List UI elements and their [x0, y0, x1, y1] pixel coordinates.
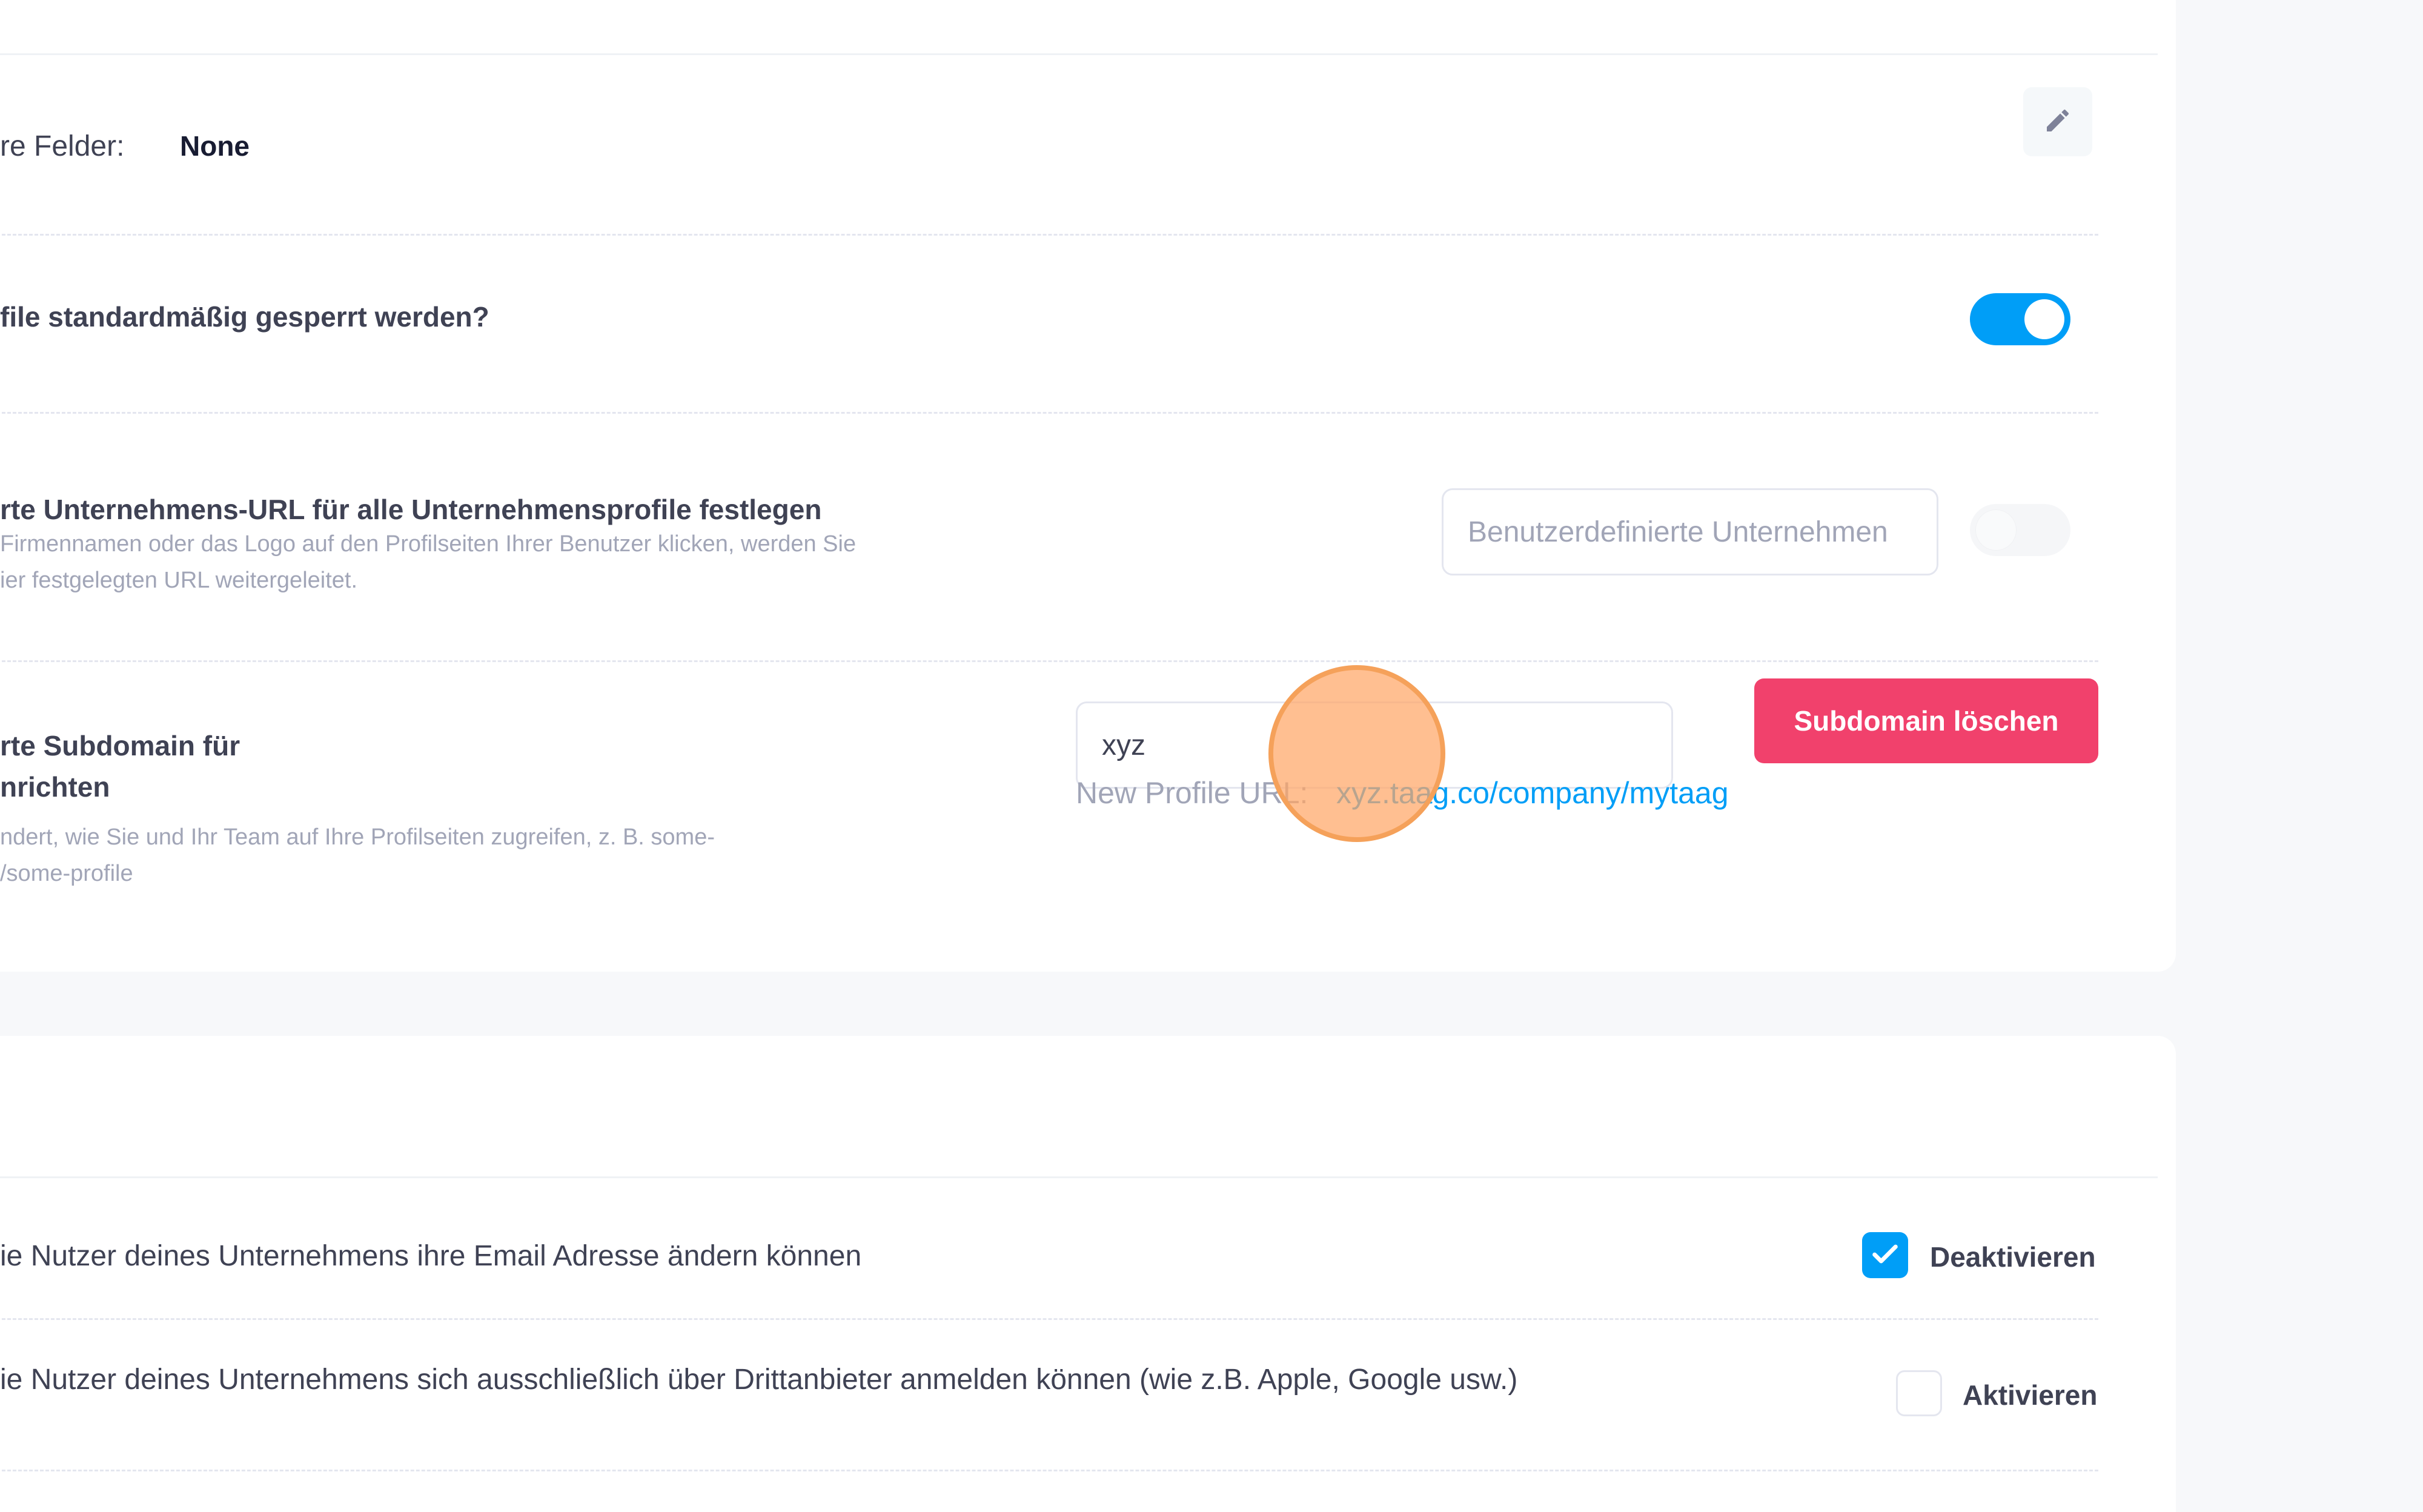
permissions-card: ie Nutzer deines Unternehmens ihre Email…: [0, 1036, 2176, 1512]
third-party-login-label: ie Nutzer deines Unternehmens sich aussc…: [0, 1364, 1518, 1396]
checkmark-icon: [1869, 1238, 1901, 1273]
custom-fields-value: None: [180, 130, 250, 162]
subdomain-label-line1: rte Subdomain für: [0, 730, 240, 761]
company-url-input[interactable]: [1442, 488, 1938, 575]
company-url-label: rte Unternehmens-URL für alle Unternehme…: [0, 494, 822, 525]
page-background-gutter: [2176, 0, 2423, 1512]
row-divider: [0, 660, 2098, 662]
pencil-icon: [2043, 106, 2072, 138]
email-change-checkbox-label: Deaktivieren: [1930, 1241, 2096, 1273]
lock-profiles-label: file standardmäßig gesperrt werden?: [0, 301, 489, 333]
company-url-description-line2: ier festgelegten URL weitergeleitet.: [0, 568, 358, 593]
row-divider: [0, 1318, 2098, 1320]
email-change-label: ie Nutzer deines Unternehmens ihre Email…: [0, 1240, 862, 1272]
third-party-login-checkbox-label: Aktivieren: [1963, 1379, 2098, 1411]
row-divider: [0, 234, 2098, 236]
lock-profiles-toggle[interactable]: [1970, 293, 2070, 345]
row-divider: [0, 412, 2098, 414]
third-party-login-checkbox[interactable]: [1896, 1370, 1942, 1416]
subdomain-description-line1: ndert, wie Sie und Ihr Team auf Ihre Pro…: [0, 824, 715, 850]
custom-fields-label: re Felder:: [0, 130, 125, 162]
company-url-description-line1: Firmennamen oder das Logo auf den Profil…: [0, 531, 857, 557]
delete-subdomain-button[interactable]: Subdomain löschen: [1754, 678, 2098, 763]
card-header-divider: [0, 53, 2158, 55]
settings-card: re Felder: None file standardmäßig gespe…: [0, 0, 2176, 972]
subdomain-description-line2: /some-profile: [0, 861, 133, 886]
row-divider: [0, 1470, 2098, 1471]
cursor-click-indicator: [1268, 665, 1445, 842]
toggle-knob: [2024, 299, 2064, 339]
subdomain-label-line2: nrichten: [0, 771, 110, 803]
edit-custom-fields-button[interactable]: [2023, 87, 2092, 156]
company-url-toggle[interactable]: [1970, 504, 2070, 556]
card-header-divider: [0, 1176, 2158, 1178]
email-change-checkbox[interactable]: [1862, 1232, 1908, 1278]
toggle-knob: [1976, 510, 2016, 550]
